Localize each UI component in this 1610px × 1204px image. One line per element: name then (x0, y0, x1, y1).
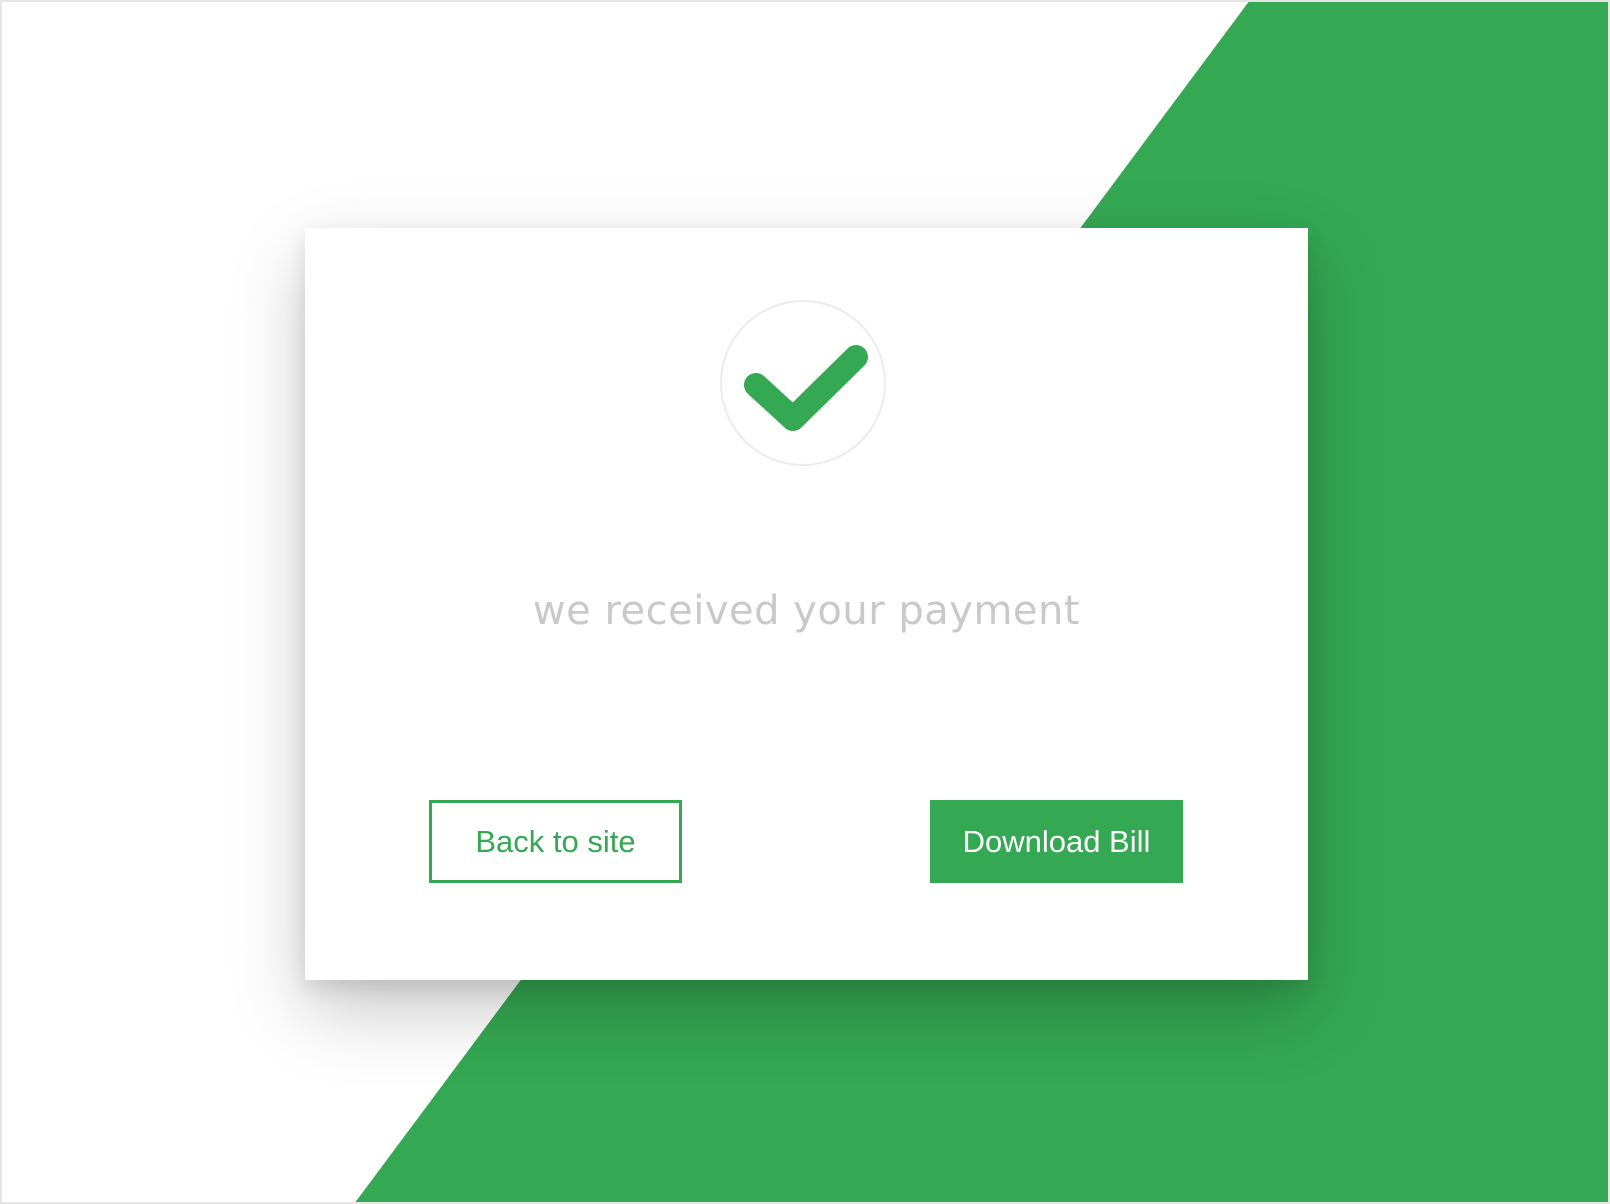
success-badge (720, 300, 886, 466)
download-bill-button[interactable]: Download Bill (930, 800, 1183, 883)
back-to-site-button[interactable]: Back to site (429, 800, 682, 883)
checkmark-icon (744, 345, 868, 431)
payment-success-screen: we received your payment Back to site Do… (0, 0, 1610, 1204)
payment-confirmation-card: we received your payment Back to site Do… (305, 228, 1308, 980)
payment-received-message: we received your payment (532, 588, 1081, 634)
